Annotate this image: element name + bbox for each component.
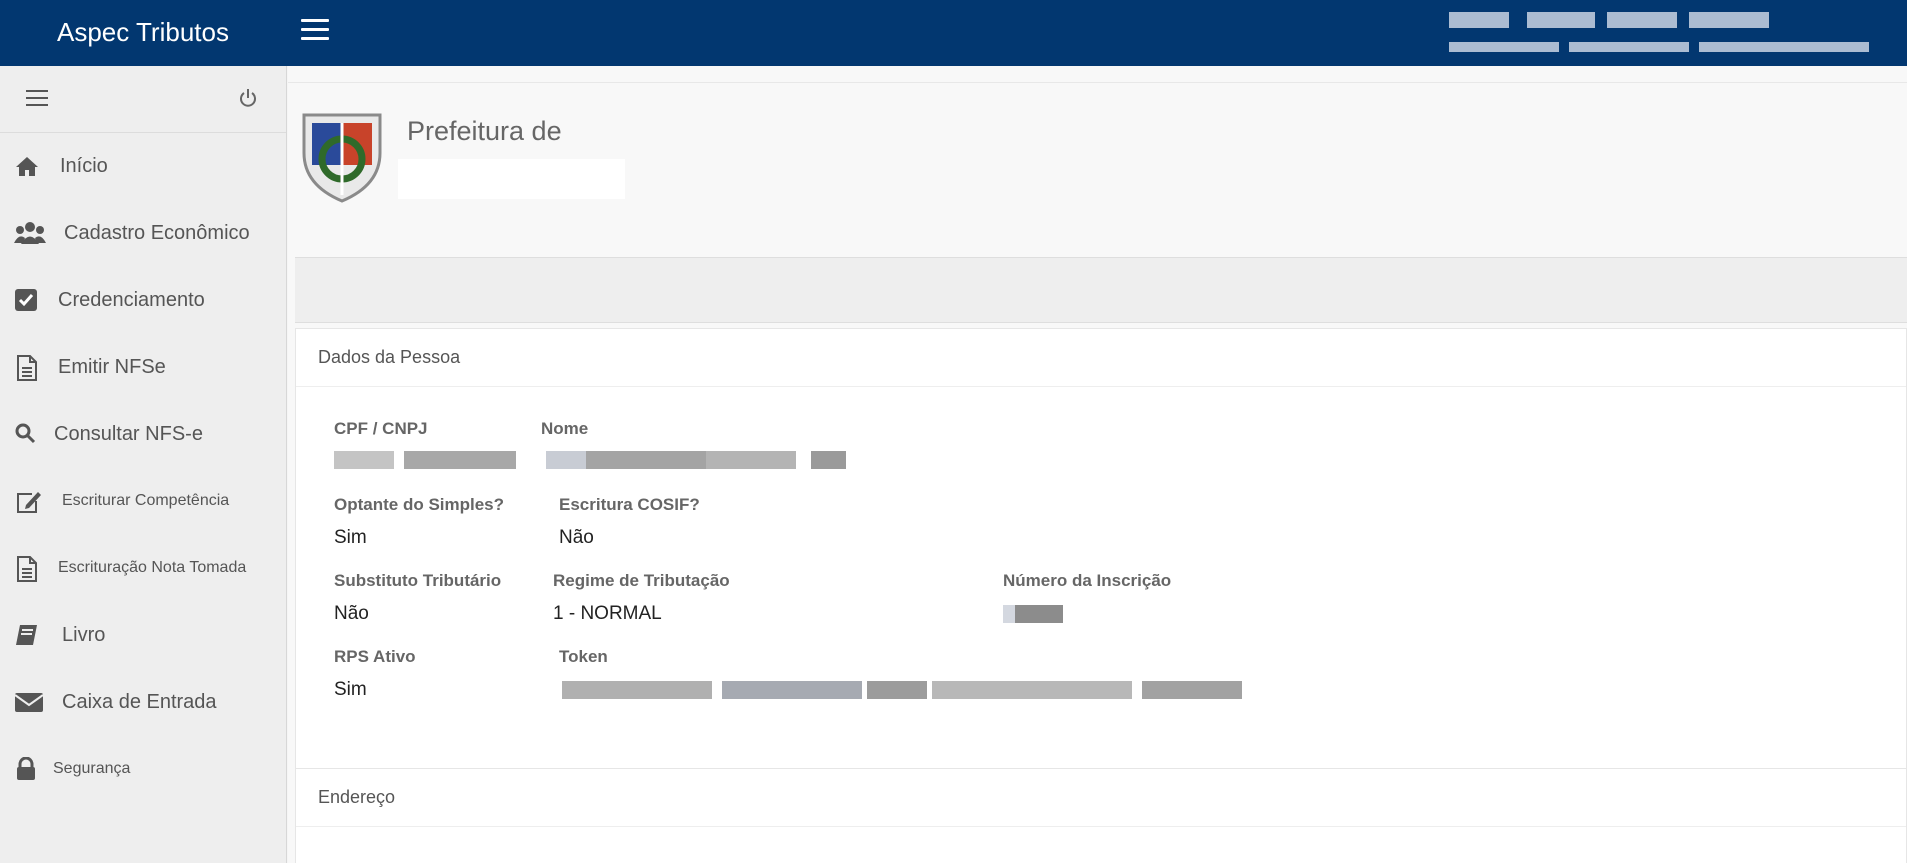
sidebar-item-emitir-nfse[interactable]: Emitir NFSe [0, 342, 287, 392]
sidebar: Início Cadastro Econômico Credenciamento… [0, 66, 287, 863]
sidebar-item-label: Credenciamento [58, 289, 205, 311]
numero-inscricao-label: Número da Inscrição [1003, 571, 1172, 590]
optante-simples-value: Sim [334, 527, 367, 548]
optante-simples-label: Optante do Simples? [334, 495, 505, 514]
rps-ativo-value: Sim [334, 679, 367, 700]
sidebar-item-label: Escrituração Nota Tomada [58, 559, 247, 576]
cpf-cnpj-value-redacted [334, 451, 516, 469]
page-title: Prefeitura de [407, 116, 562, 146]
sidebar-item-cadastro-economico[interactable]: Cadastro Econômico [0, 208, 287, 258]
sidebar-header [0, 66, 286, 133]
regime-tributacao-label: Regime de Tributação [553, 571, 730, 590]
panel-dados-pessoa: Dados da Pessoa CPF / CNPJ Nome Optante … [295, 328, 1907, 804]
users-icon [14, 221, 46, 245]
lock-icon [14, 756, 40, 781]
municipality-name-redacted [398, 159, 625, 199]
sidebar-item-livro[interactable]: Livro [0, 610, 287, 660]
panel-title: Dados da Pessoa [296, 329, 1906, 387]
sidebar-item-label: Cadastro Econômico [64, 222, 250, 244]
token-label: Token [559, 647, 608, 666]
nome-label: Nome [541, 419, 589, 438]
sidebar-item-inicio[interactable]: Início [0, 141, 287, 191]
divider [288, 82, 1907, 83]
regime-tributacao-value: 1 - NORMAL [553, 603, 662, 624]
sidebar-item-seguranca[interactable]: Segurança [0, 744, 287, 794]
check-square-icon [14, 288, 40, 312]
sidebar-item-consultar-nfse[interactable]: Consultar NFS-e [0, 409, 287, 459]
sidebar-item-escrituracao-nota-tomada[interactable]: Escrituração Nota Tomada [0, 543, 287, 593]
top-navbar: Aspec Tributos [0, 0, 1907, 66]
home-icon [14, 154, 40, 178]
panel-endereco: Endereço [295, 768, 1907, 863]
substituto-tributario-label: Substituto Tributário [334, 571, 502, 590]
edit-icon [14, 489, 41, 513]
sidebar-item-label: Caixa de Entrada [62, 691, 217, 713]
nome-value-redacted [546, 451, 846, 469]
numero-inscricao-value-redacted [1003, 605, 1063, 623]
sidebar-item-caixa-de-entrada[interactable]: Caixa de Entrada [0, 677, 287, 727]
sidebar-item-escriturar-competencia[interactable]: Escriturar Competência [0, 476, 287, 526]
rps-ativo-label: RPS Ativo [334, 647, 416, 666]
sidebar-item-label: Consultar NFS-e [54, 423, 203, 445]
envelope-icon [14, 690, 44, 714]
sidebar-item-label: Livro [62, 624, 106, 646]
toolbar-band [295, 257, 1907, 323]
book-icon [14, 623, 40, 647]
sidebar-item-label: Início [60, 155, 108, 177]
token-value-redacted [562, 681, 1242, 699]
main-content: Prefeitura de Dados da Pessoa CPF / CNPJ… [288, 66, 1907, 863]
sidebar-item-label: Escriturar Competência [62, 492, 230, 509]
substituto-tributario-value: Não [334, 603, 369, 624]
municipality-logo [298, 109, 386, 203]
sidebar-item-label: Emitir NFSe [58, 356, 166, 378]
escritura-cosif-value: Não [559, 527, 594, 548]
sidebar-item-credenciamento[interactable]: Credenciamento [0, 275, 287, 325]
list-menu-icon[interactable] [26, 90, 48, 108]
user-info-redacted[interactable] [1449, 10, 1869, 56]
document-icon [14, 556, 40, 582]
panel-title: Endereço [296, 769, 1906, 827]
hamburger-menu-icon[interactable] [301, 19, 329, 43]
app-brand[interactable]: Aspec Tributos [57, 0, 229, 66]
power-icon[interactable] [238, 86, 258, 110]
sidebar-item-label: Segurança [53, 760, 131, 777]
escritura-cosif-label: Escritura COSIF? [559, 495, 700, 514]
cpf-cnpj-label: CPF / CNPJ [334, 419, 428, 438]
document-icon [14, 355, 40, 381]
search-icon [14, 422, 40, 446]
